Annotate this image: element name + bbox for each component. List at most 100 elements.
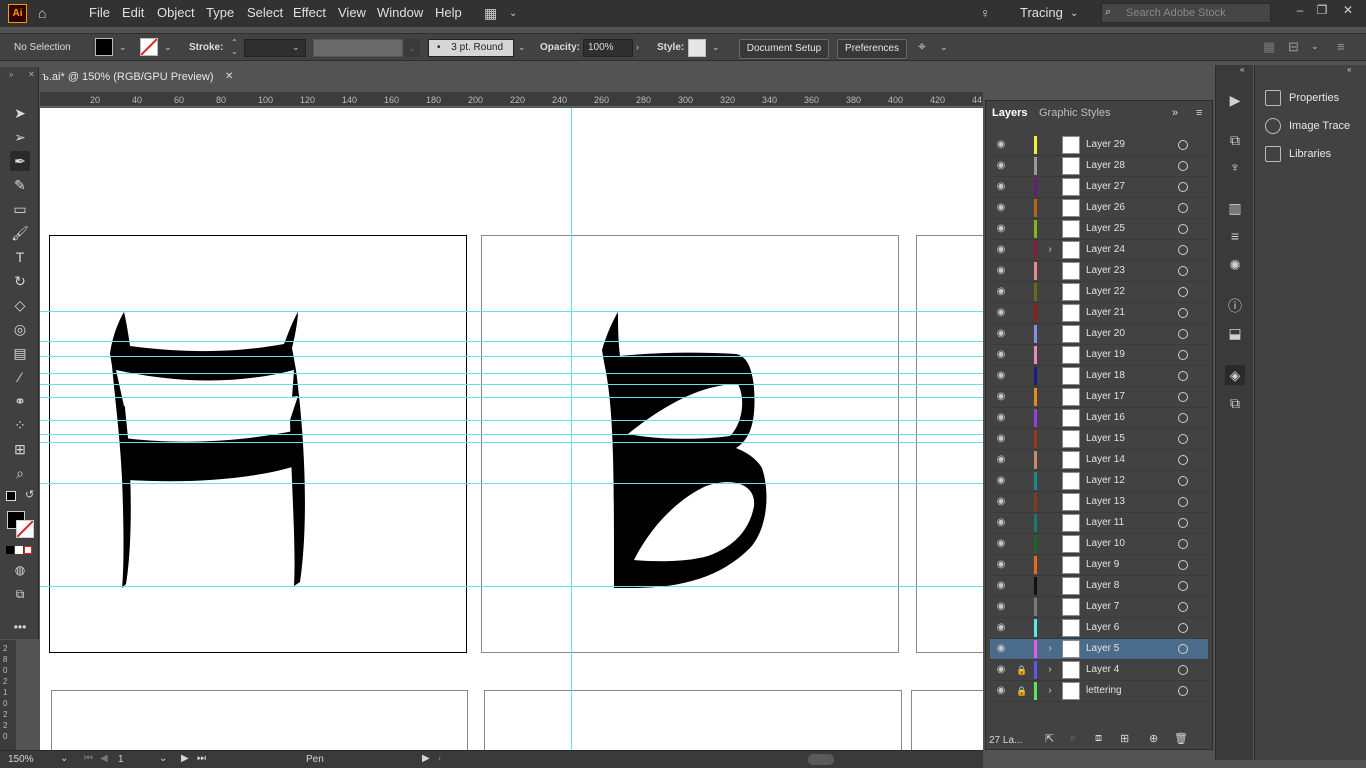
chevron-down-icon[interactable]: ⌄ (159, 753, 167, 764)
visibility-eye-icon[interactable]: ◉ (994, 600, 1008, 614)
default-colors-icon[interactable] (6, 491, 16, 501)
clipping-mask-icon[interactable]: ⧈ (1095, 732, 1102, 745)
workspace-switcher[interactable]: Tracing (1020, 5, 1063, 20)
image-trace-panel-link[interactable]: Image Trace (1265, 118, 1350, 138)
stroke-stepper[interactable]: ⌃ ⌄ (231, 38, 238, 56)
status-menu-icon[interactable]: ▶ (422, 753, 430, 764)
document-setup-button[interactable]: Document Setup (739, 39, 829, 59)
target-circle-icon[interactable] (1178, 602, 1188, 612)
layer-name[interactable]: Layer 8 (1086, 580, 1119, 591)
visibility-eye-icon[interactable]: ◉ (994, 390, 1008, 404)
draw-mode-icon[interactable]: ◍ (10, 560, 30, 580)
layer-row[interactable]: ◉ Layer 15 (990, 429, 1208, 450)
layer-row[interactable]: ◉ Layer 12 (990, 471, 1208, 492)
layer-row[interactable]: ◉ Layer 25 (990, 219, 1208, 240)
visibility-eye-icon[interactable]: ◉ (994, 306, 1008, 320)
expand-chevron-icon[interactable] (1044, 453, 1056, 467)
expand-chevron-icon[interactable] (1044, 327, 1056, 341)
expand-chevron-icon[interactable] (1044, 600, 1056, 614)
export-icon[interactable]: ⇱ (1045, 732, 1054, 745)
panel-menu-icon[interactable]: ≡ (1337, 39, 1345, 54)
target-circle-icon[interactable] (1178, 329, 1188, 339)
expand-chevron-icon[interactable] (1044, 474, 1056, 488)
target-circle-icon[interactable] (1178, 539, 1188, 549)
visibility-eye-icon[interactable]: ◉ (994, 180, 1008, 194)
layer-name[interactable]: Layer 18 (1086, 370, 1125, 381)
preferences-button[interactable]: Preferences (837, 39, 907, 59)
panel-menu-icon[interactable]: ≡ (1196, 107, 1202, 119)
visibility-eye-icon[interactable]: ◉ (994, 264, 1008, 278)
visibility-eye-icon[interactable]: ◉ (994, 621, 1008, 635)
visibility-eye-icon[interactable]: ◉ (994, 138, 1008, 152)
layer-name[interactable]: Layer 6 (1086, 622, 1119, 633)
artboard-tool-icon[interactable]: ⊞ (10, 439, 30, 459)
lock-toggle-icon[interactable] (1016, 138, 1028, 152)
layer-name[interactable]: Layer 28 (1086, 160, 1125, 171)
stroke-color-swatch[interactable] (16, 520, 34, 538)
layer-row[interactable]: ◉ Layer 28 (990, 156, 1208, 177)
visibility-eye-icon[interactable]: ◉ (994, 537, 1008, 551)
menu-effect[interactable]: Effect (293, 5, 326, 20)
chevron-down-icon[interactable]: ⌄ (518, 42, 526, 53)
target-circle-icon[interactable] (1178, 392, 1188, 402)
expand-chevron-icon[interactable] (1044, 306, 1056, 320)
artboard-3[interactable] (916, 235, 984, 653)
layer-row[interactable]: ◉ Layer 18 (990, 366, 1208, 387)
gradient-mode-icon[interactable] (15, 546, 23, 554)
target-circle-icon[interactable] (1178, 224, 1188, 234)
expand-chevron-icon[interactable] (1044, 285, 1056, 299)
expand-chevron-icon[interactable] (1044, 495, 1056, 509)
layer-name[interactable]: Layer 14 (1086, 454, 1125, 465)
visibility-eye-icon[interactable]: ◉ (994, 579, 1008, 593)
lock-toggle-icon[interactable] (1016, 579, 1028, 593)
align-icon[interactable]: ▦ (1263, 39, 1275, 55)
layer-row[interactable]: ◉ Layer 26 (990, 198, 1208, 219)
paintbrush-tool-icon[interactable]: 🖌 (10, 223, 30, 243)
layer-name[interactable]: Layer 17 (1086, 391, 1125, 402)
lightbulb-icon[interactable]: ♀ (980, 5, 991, 21)
graphic-style-swatch[interactable] (688, 39, 706, 57)
target-circle-icon[interactable] (1178, 518, 1188, 528)
curvature-tool-icon[interactable]: ✎ (10, 175, 30, 195)
stroke-icon[interactable]: ≡ (1225, 226, 1245, 246)
visibility-eye-icon[interactable]: ◉ (994, 222, 1008, 236)
document-tab[interactable]: ъ.ai* @ 150% (RGB/GPU Preview) ✕ (40, 67, 241, 89)
lock-toggle-icon[interactable] (1016, 222, 1028, 236)
artboard-number[interactable]: 1 (118, 754, 124, 765)
lock-toggle-icon[interactable] (1016, 642, 1028, 656)
layer-name[interactable]: Layer 20 (1086, 328, 1125, 339)
layer-row[interactable]: ◉ Layer 6 (990, 618, 1208, 639)
layer-row[interactable]: ◉ Layer 9 (990, 555, 1208, 576)
new-sublayer-icon[interactable]: ⊞ (1120, 732, 1129, 745)
tab-layers[interactable]: Layers (992, 107, 1027, 119)
visibility-eye-icon[interactable]: ◉ (994, 684, 1008, 698)
target-circle-icon[interactable] (1178, 203, 1188, 213)
blend-tool-icon[interactable]: ⚭ (10, 391, 30, 411)
pen-tool-icon[interactable]: ✒ (10, 151, 30, 171)
layer-name[interactable]: Layer 9 (1086, 559, 1119, 570)
collapse-icon[interactable]: » (9, 70, 13, 79)
swap-colors-icon[interactable]: ↺ (25, 488, 34, 501)
layer-row[interactable]: ◉ 🔒 › Layer 4 (990, 660, 1208, 681)
layer-name[interactable]: Layer 16 (1086, 412, 1125, 423)
expand-chevron-icon[interactable]: › (1044, 642, 1056, 656)
chevron-down-icon[interactable]: ⌄ (940, 42, 948, 53)
next-artboard-icon[interactable]: ▶ (181, 753, 189, 764)
lock-toggle-icon[interactable]: 🔒 (1016, 663, 1028, 677)
new-layer-icon[interactable]: ⊕ (1149, 732, 1158, 745)
none-mode-icon[interactable] (24, 546, 32, 554)
artwork[interactable] (40, 108, 983, 750)
menu-type[interactable]: Type (206, 5, 234, 20)
layer-name[interactable]: Layer 23 (1086, 265, 1125, 276)
info-icon[interactable]: ⓘ (1225, 296, 1245, 316)
expand-chevron-icon[interactable]: › (1044, 684, 1056, 698)
layer-row[interactable]: ◉ Layer 22 (990, 282, 1208, 303)
visibility-eye-icon[interactable]: ◉ (994, 159, 1008, 173)
lock-toggle-icon[interactable] (1016, 537, 1028, 551)
brush-definition[interactable]: • 3 pt. Round (428, 39, 514, 57)
visibility-eye-icon[interactable]: ◉ (994, 285, 1008, 299)
locate-object-icon[interactable]: ⌕ (1070, 732, 1076, 745)
target-circle-icon[interactable] (1178, 140, 1188, 150)
lock-toggle-icon[interactable] (1016, 474, 1028, 488)
rotate-tool-icon[interactable]: ↻ (10, 271, 30, 291)
